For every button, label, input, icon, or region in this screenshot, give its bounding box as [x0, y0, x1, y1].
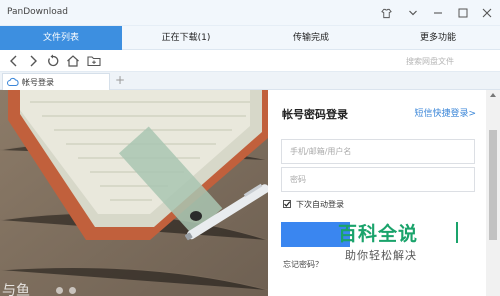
forgot-password-link[interactable]: 忘记密码？ — [283, 259, 323, 270]
page-tab-strip: 帐号登录 + — [0, 72, 500, 90]
maximize-icon[interactable] — [454, 4, 472, 22]
new-folder-icon[interactable] — [86, 53, 102, 69]
search-input[interactable] — [402, 53, 494, 69]
scroll-up-icon[interactable] — [490, 93, 496, 97]
back-icon[interactable] — [6, 53, 22, 69]
tab-completed[interactable]: 传输完成 — [250, 26, 372, 50]
chevron-down-icon[interactable] — [404, 4, 422, 22]
home-icon[interactable] — [65, 53, 81, 69]
cloud-icon — [7, 77, 19, 90]
login-title: 帐号密码登录 — [282, 108, 348, 121]
tab-downloading[interactable]: 正在下载(1) — [125, 26, 247, 50]
tab-file-list[interactable]: 文件列表 — [0, 26, 122, 50]
minimize-icon[interactable] — [429, 4, 447, 22]
username-field[interactable] — [281, 139, 475, 164]
password-field[interactable] — [281, 167, 475, 192]
sms-login-link[interactable]: 短信快捷登录> — [414, 106, 476, 119]
toolbar — [0, 50, 500, 72]
refresh-icon[interactable] — [45, 53, 61, 69]
main-tabs: 文件列表 正在下载(1) 传输完成 更多功能 — [0, 26, 500, 50]
forward-icon[interactable] — [25, 53, 41, 69]
title-bar: PanDownload — [0, 0, 500, 26]
scrollbar-thumb[interactable] — [489, 130, 497, 240]
watermark-subtitle: 助你轻松解决 — [345, 249, 417, 262]
tab-more[interactable]: 更多功能 — [376, 26, 500, 50]
watermark-divider — [456, 222, 458, 243]
skin-icon[interactable] — [377, 4, 395, 22]
carousel-dot[interactable] — [56, 287, 63, 294]
banner-image: 与鱼 — [0, 90, 268, 296]
watermark-name: 百科全说 — [338, 223, 419, 245]
vertical-scrollbar[interactable] — [486, 90, 500, 296]
auto-login-label: 下次自动登录 — [296, 200, 344, 209]
close-icon[interactable] — [478, 4, 496, 22]
watermark: 百科全说 助你轻松解决 — [338, 219, 468, 269]
carousel-dot[interactable] — [69, 287, 76, 294]
add-tab-icon[interactable]: + — [115, 73, 125, 87]
app-title: PanDownload — [7, 7, 68, 17]
page-tab-label: 帐号登录 — [22, 78, 54, 87]
page-tab-login[interactable]: 帐号登录 — [2, 73, 110, 90]
auto-login-checkbox[interactable] — [283, 200, 291, 208]
carousel-dots — [56, 287, 76, 294]
banner-slogan: 与鱼 — [2, 283, 30, 296]
